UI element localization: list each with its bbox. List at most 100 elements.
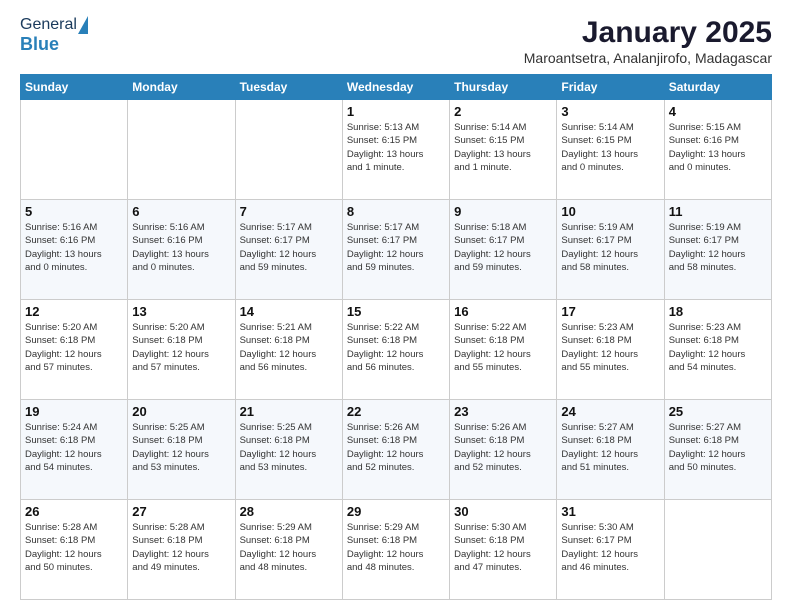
calendar-cell: 18 Sunrise: 5:23 AM Sunset: 6:18 PM Dayli…	[664, 300, 771, 400]
calendar-cell: 23 Sunrise: 5:26 AM Sunset: 6:18 PM Dayli…	[450, 400, 557, 500]
day-number: 12	[25, 304, 123, 319]
day-number: 18	[669, 304, 767, 319]
day-number: 22	[347, 404, 445, 419]
day-info: Sunrise: 5:28 AM Sunset: 6:18 PM Dayligh…	[132, 521, 230, 574]
day-number: 24	[561, 404, 659, 419]
weekday-header-saturday: Saturday	[664, 75, 771, 100]
calendar-cell: 5 Sunrise: 5:16 AM Sunset: 6:16 PM Daylig…	[21, 200, 128, 300]
logo-triangle-icon	[78, 16, 88, 34]
calendar-cell: 27 Sunrise: 5:28 AM Sunset: 6:18 PM Dayli…	[128, 500, 235, 600]
calendar-cell: 22 Sunrise: 5:26 AM Sunset: 6:18 PM Dayli…	[342, 400, 449, 500]
day-info: Sunrise: 5:16 AM Sunset: 6:16 PM Dayligh…	[132, 221, 230, 274]
day-info: Sunrise: 5:18 AM Sunset: 6:17 PM Dayligh…	[454, 221, 552, 274]
day-info: Sunrise: 5:25 AM Sunset: 6:18 PM Dayligh…	[240, 421, 338, 474]
weekday-header-thursday: Thursday	[450, 75, 557, 100]
calendar-cell: 13 Sunrise: 5:20 AM Sunset: 6:18 PM Dayli…	[128, 300, 235, 400]
calendar-cell: 24 Sunrise: 5:27 AM Sunset: 6:18 PM Dayli…	[557, 400, 664, 500]
week-row-3: 12 Sunrise: 5:20 AM Sunset: 6:18 PM Dayli…	[21, 300, 772, 400]
day-info: Sunrise: 5:30 AM Sunset: 6:17 PM Dayligh…	[561, 521, 659, 574]
day-number: 23	[454, 404, 552, 419]
day-number: 31	[561, 504, 659, 519]
day-info: Sunrise: 5:17 AM Sunset: 6:17 PM Dayligh…	[240, 221, 338, 274]
day-info: Sunrise: 5:14 AM Sunset: 6:15 PM Dayligh…	[561, 121, 659, 174]
day-info: Sunrise: 5:22 AM Sunset: 6:18 PM Dayligh…	[347, 321, 445, 374]
calendar-cell: 30Sunrise: 5:30 AM Sunset: 6:18 PM Dayli…	[450, 500, 557, 600]
day-number: 30	[454, 504, 552, 519]
day-number: 4	[669, 104, 767, 119]
day-info: Sunrise: 5:26 AM Sunset: 6:18 PM Dayligh…	[454, 421, 552, 474]
week-row-1: 1Sunrise: 5:13 AM Sunset: 6:15 PM Daylig…	[21, 100, 772, 200]
week-row-4: 19 Sunrise: 5:24 AM Sunset: 6:18 PM Dayli…	[21, 400, 772, 500]
day-number: 21	[240, 404, 338, 419]
day-info: Sunrise: 5:19 AM Sunset: 6:17 PM Dayligh…	[669, 221, 767, 274]
calendar-cell: 15 Sunrise: 5:22 AM Sunset: 6:18 PM Dayli…	[342, 300, 449, 400]
calendar-cell: 2Sunrise: 5:14 AM Sunset: 6:15 PM Daylig…	[450, 100, 557, 200]
day-info: Sunrise: 5:29 AM Sunset: 6:18 PM Dayligh…	[240, 521, 338, 574]
calendar-title: January 2025	[524, 16, 772, 50]
calendar-cell: 12 Sunrise: 5:20 AM Sunset: 6:18 PM Dayli…	[21, 300, 128, 400]
day-info: Sunrise: 5:27 AM Sunset: 6:18 PM Dayligh…	[561, 421, 659, 474]
day-number: 11	[669, 204, 767, 219]
day-info: Sunrise: 5:25 AM Sunset: 6:18 PM Dayligh…	[132, 421, 230, 474]
weekday-header-wednesday: Wednesday	[342, 75, 449, 100]
calendar-cell: 3 Sunrise: 5:14 AM Sunset: 6:15 PM Daylig…	[557, 100, 664, 200]
day-info: Sunrise: 5:22 AM Sunset: 6:18 PM Dayligh…	[454, 321, 552, 374]
page: General Blue January 2025 Maroantsetra, …	[0, 0, 792, 612]
calendar-cell: 11 Sunrise: 5:19 AM Sunset: 6:17 PM Dayli…	[664, 200, 771, 300]
day-number: 29	[347, 504, 445, 519]
calendar-cell: 31 Sunrise: 5:30 AM Sunset: 6:17 PM Dayli…	[557, 500, 664, 600]
calendar-cell: 4 Sunrise: 5:15 AM Sunset: 6:16 PM Daylig…	[664, 100, 771, 200]
calendar-cell: 16 Sunrise: 5:22 AM Sunset: 6:18 PM Dayli…	[450, 300, 557, 400]
day-number: 20	[132, 404, 230, 419]
weekday-header-tuesday: Tuesday	[235, 75, 342, 100]
day-number: 2	[454, 104, 552, 119]
day-number: 6	[132, 204, 230, 219]
calendar-cell: 26 Sunrise: 5:28 AM Sunset: 6:18 PM Dayli…	[21, 500, 128, 600]
header: General Blue January 2025 Maroantsetra, …	[20, 16, 772, 66]
day-info: Sunrise: 5:23 AM Sunset: 6:18 PM Dayligh…	[561, 321, 659, 374]
day-number: 25	[669, 404, 767, 419]
day-info: Sunrise: 5:26 AM Sunset: 6:18 PM Dayligh…	[347, 421, 445, 474]
day-number: 26	[25, 504, 123, 519]
day-info: Sunrise: 5:15 AM Sunset: 6:16 PM Dayligh…	[669, 121, 767, 174]
day-info: Sunrise: 5:23 AM Sunset: 6:18 PM Dayligh…	[669, 321, 767, 374]
calendar-cell: 14 Sunrise: 5:21 AM Sunset: 6:18 PM Dayli…	[235, 300, 342, 400]
calendar-cell: 17 Sunrise: 5:23 AM Sunset: 6:18 PM Dayli…	[557, 300, 664, 400]
day-number: 17	[561, 304, 659, 319]
calendar-cell: 7 Sunrise: 5:17 AM Sunset: 6:17 PM Daylig…	[235, 200, 342, 300]
day-info: Sunrise: 5:24 AM Sunset: 6:18 PM Dayligh…	[25, 421, 123, 474]
calendar-cell: 1Sunrise: 5:13 AM Sunset: 6:15 PM Daylig…	[342, 100, 449, 200]
day-info: Sunrise: 5:28 AM Sunset: 6:18 PM Dayligh…	[25, 521, 123, 574]
day-number: 5	[25, 204, 123, 219]
day-number: 27	[132, 504, 230, 519]
day-number: 19	[25, 404, 123, 419]
day-info: Sunrise: 5:20 AM Sunset: 6:18 PM Dayligh…	[25, 321, 123, 374]
day-number: 13	[132, 304, 230, 319]
weekday-header-sunday: Sunday	[21, 75, 128, 100]
day-info: Sunrise: 5:16 AM Sunset: 6:16 PM Dayligh…	[25, 221, 123, 274]
day-number: 3	[561, 104, 659, 119]
calendar-cell: 9 Sunrise: 5:18 AM Sunset: 6:17 PM Daylig…	[450, 200, 557, 300]
calendar-cell: 8Sunrise: 5:17 AM Sunset: 6:17 PM Daylig…	[342, 200, 449, 300]
calendar-cell: 29 Sunrise: 5:29 AM Sunset: 6:18 PM Dayli…	[342, 500, 449, 600]
day-info: Sunrise: 5:21 AM Sunset: 6:18 PM Dayligh…	[240, 321, 338, 374]
day-number: 15	[347, 304, 445, 319]
calendar-cell	[664, 500, 771, 600]
calendar-cell: 28Sunrise: 5:29 AM Sunset: 6:18 PM Dayli…	[235, 500, 342, 600]
calendar-table: SundayMondayTuesdayWednesdayThursdayFrid…	[20, 74, 772, 600]
week-row-2: 5 Sunrise: 5:16 AM Sunset: 6:16 PM Daylig…	[21, 200, 772, 300]
day-info: Sunrise: 5:20 AM Sunset: 6:18 PM Dayligh…	[132, 321, 230, 374]
calendar-cell: 25Sunrise: 5:27 AM Sunset: 6:18 PM Dayli…	[664, 400, 771, 500]
logo-blue-text: Blue	[20, 34, 59, 55]
day-number: 7	[240, 204, 338, 219]
calendar-cell: 20 Sunrise: 5:25 AM Sunset: 6:18 PM Dayli…	[128, 400, 235, 500]
day-number: 16	[454, 304, 552, 319]
day-number: 14	[240, 304, 338, 319]
title-block: January 2025 Maroantsetra, Analanjirofo,…	[524, 16, 772, 66]
day-number: 9	[454, 204, 552, 219]
day-info: Sunrise: 5:29 AM Sunset: 6:18 PM Dayligh…	[347, 521, 445, 574]
calendar-subtitle: Maroantsetra, Analanjirofo, Madagascar	[524, 50, 772, 66]
weekday-header-monday: Monday	[128, 75, 235, 100]
calendar-cell	[21, 100, 128, 200]
weekday-header-friday: Friday	[557, 75, 664, 100]
